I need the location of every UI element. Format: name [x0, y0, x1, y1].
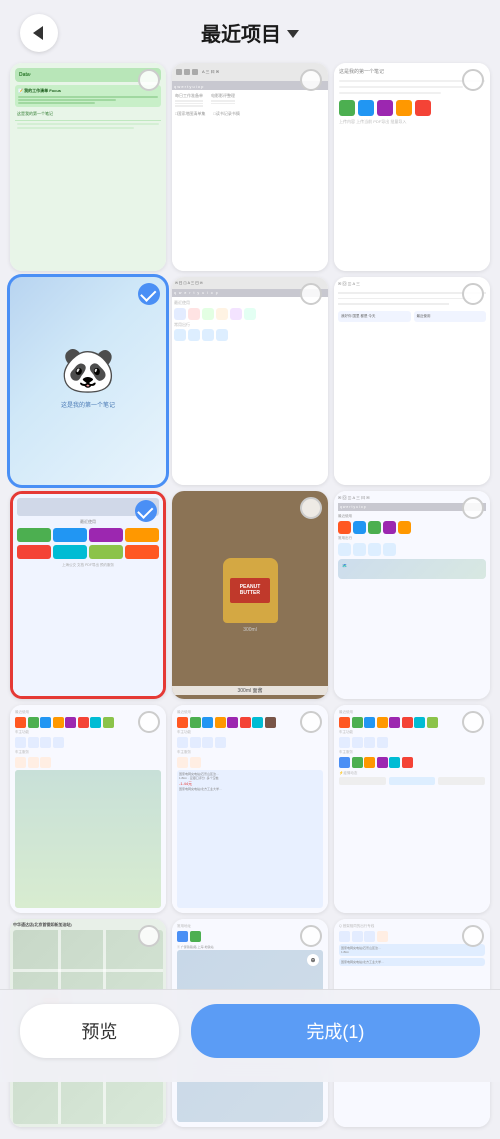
- thumb-preview: 最近使用 车主功能 车主服务: [10, 705, 166, 913]
- selection-check: [138, 711, 160, 733]
- thumbnail-item[interactable]: 这是我的第一个笔记 上传内容 上传当前 PDF导出 批量导入: [334, 63, 490, 271]
- thumbnail-item[interactable]: ✉ 曰 ◫ A 三 曰 ✉ q w e r t y u i o p 最近使用 常…: [172, 277, 328, 485]
- selection-check: [300, 711, 322, 733]
- thumbnail-item[interactable]: 最近使用 车主功能 车主服务: [172, 705, 328, 913]
- thumb-preview: ✉ 回 ◫ A 三 我好你 国里 都是 今天 最近使用: [334, 277, 490, 485]
- thumbnail-item[interactable]: ✉ 回 ◫ A 三 我好你 国里 都是 今天 最近使用: [334, 277, 490, 485]
- thumb-preview: PEANUTBUTTER 300ml 300ml 面酱: [172, 491, 328, 699]
- thumb-preview: 最近使用 车主功能 车主服务: [334, 705, 490, 913]
- selection-check: [300, 283, 322, 305]
- selection-check: [300, 497, 322, 519]
- thumbnail-item[interactable]: 最近使用 上海公交 文档 PDF导出 预约服务: [10, 491, 166, 699]
- thumbnail-item[interactable]: A 三 曰 ✉ q w e r t y u i o p 每日工作准备单 电影影评…: [172, 63, 328, 271]
- thumb-preview: 最近使用 车主功能 车主服务: [172, 705, 328, 913]
- dropdown-arrow-icon[interactable]: [287, 30, 299, 38]
- selection-check: [462, 283, 484, 305]
- selection-check: [300, 925, 322, 947]
- thumb-preview: 最近使用 上海公交 文档 PDF导出 预约服务: [13, 494, 163, 696]
- thumbnail-item[interactable]: Data· 📝 我的工作清单 Focus 这是我的第一个笔记: [10, 63, 166, 271]
- back-arrow-icon: [33, 26, 43, 40]
- header: 最近项目: [0, 0, 500, 59]
- page-title: 最近项目: [201, 18, 299, 47]
- selection-check: [462, 69, 484, 91]
- thumbnail-item[interactable]: ✉ 回 ◫ A 三 曰 ✉ q w e r t y u i o p 最近使用 常…: [334, 491, 490, 699]
- selection-check: [138, 925, 160, 947]
- title-text: 最近项目: [201, 18, 281, 47]
- thumb-preview: 🐼 这是我的第一个笔记: [10, 277, 166, 485]
- back-button[interactable]: [20, 14, 58, 52]
- selection-check: [462, 711, 484, 733]
- thumb-preview: ✉ 曰 ◫ A 三 曰 ✉ q w e r t y u i o p 最近使用 常…: [172, 277, 328, 485]
- thumbnail-item[interactable]: 最近使用 车主功能 车主服务: [334, 705, 490, 913]
- thumb-preview: A 三 曰 ✉ q w e r t y u i o p 每日工作准备单 电影影评…: [172, 63, 328, 271]
- thumbnail-grid: Data· 📝 我的工作清单 Focus 这是我的第一个笔记 A 三 曰 ✉: [0, 59, 500, 1139]
- selection-check: [138, 69, 160, 91]
- thumb-preview: ✉ 回 ◫ A 三 曰 ✉ q w e r t y u i o p 最近使用 常…: [334, 491, 490, 699]
- thumbnail-item[interactable]: PEANUTBUTTER 300ml 300ml 面酱: [172, 491, 328, 699]
- thumbnail-item[interactable]: 最近使用 车主功能 车主服务: [10, 705, 166, 913]
- thumb-preview: Data· 📝 我的工作清单 Focus 这是我的第一个笔记: [10, 63, 166, 271]
- selection-check: [462, 497, 484, 519]
- preview-button[interactable]: 预览: [20, 1004, 179, 1058]
- selection-check: [300, 69, 322, 91]
- thumbnail-item[interactable]: 🐼 这是我的第一个笔记: [10, 277, 166, 485]
- selection-check: [462, 925, 484, 947]
- bottom-bar: 预览 完成(1): [0, 989, 500, 1082]
- selection-check: [135, 500, 157, 522]
- selection-check: [138, 283, 160, 305]
- done-button[interactable]: 完成(1): [191, 1004, 480, 1058]
- thumb-preview: 这是我的第一个笔记 上传内容 上传当前 PDF导出 批量导入: [334, 63, 490, 271]
